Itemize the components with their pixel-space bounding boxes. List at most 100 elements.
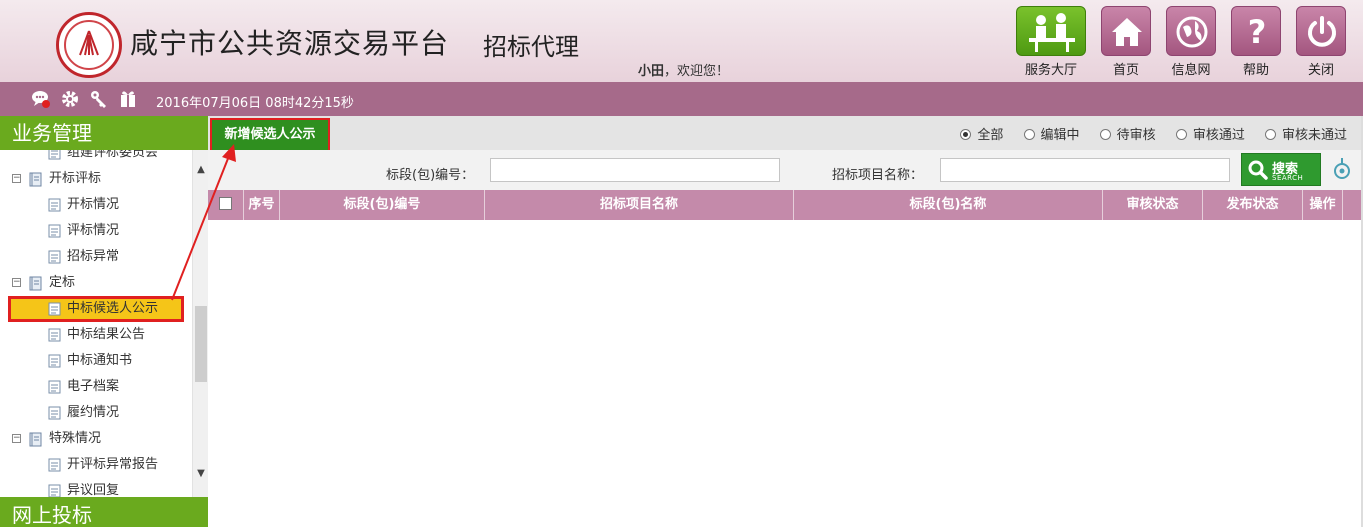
tree-group-label: 定标 bbox=[49, 275, 76, 290]
home-button[interactable]: 首页 bbox=[1101, 6, 1151, 78]
folder-book-icon bbox=[29, 172, 42, 187]
sidebar-footer-title[interactable]: 网上投标 bbox=[0, 497, 208, 527]
close-button[interactable]: 关闭 bbox=[1296, 6, 1346, 78]
scroll-up-icon[interactable]: ▲ bbox=[196, 164, 206, 175]
key-icon[interactable] bbox=[89, 89, 109, 109]
svg-text:?: ? bbox=[1248, 13, 1267, 51]
document-icon bbox=[48, 484, 61, 497]
info-site-button[interactable]: 信息网 bbox=[1166, 6, 1216, 78]
filter-label: 审核通过 bbox=[1192, 128, 1245, 143]
service-hall-button[interactable]: 服务大厅 bbox=[1016, 6, 1086, 78]
filter-label: 编辑中 bbox=[1040, 128, 1080, 143]
search-button[interactable]: 搜索 SEARCH bbox=[1241, 153, 1321, 186]
location-pin-icon[interactable] bbox=[1332, 158, 1352, 180]
tree-item-label: 评标情况 bbox=[67, 223, 120, 238]
filter-rejected[interactable]: 审核未通过 bbox=[1264, 124, 1347, 143]
tree-group-label: 特殊情况 bbox=[49, 431, 102, 446]
scroll-down-icon[interactable]: ▼ bbox=[196, 468, 206, 479]
tree-group-special[interactable]: − 特殊情况 bbox=[0, 426, 192, 452]
section-no-label: 标段(包)编号： bbox=[386, 168, 475, 183]
folder-book-icon bbox=[29, 432, 42, 447]
filter-label: 审核未通过 bbox=[1281, 128, 1347, 143]
tree-item-label: 中标通知书 bbox=[67, 353, 133, 368]
document-icon bbox=[48, 224, 61, 238]
results-table-header: 序号 标段(包)编号 招标项目名称 标段(包)名称 审核状态 发布状态 操作 bbox=[208, 190, 1361, 220]
tree-group-bid-opening[interactable]: − 开标评标 bbox=[0, 166, 192, 192]
filter-label: 全部 bbox=[977, 128, 1004, 143]
tree-item-opening-status[interactable]: 开标情况 bbox=[0, 192, 192, 218]
filter-pending-review[interactable]: 待审核 bbox=[1099, 124, 1156, 143]
search-button-sublabel: SEARCH bbox=[1272, 174, 1304, 182]
header: 咸宁市公共资源交易平台 招标代理 小田，欢迎您！ 服务大厅 首页 信息网 ? 帮… bbox=[0, 0, 1363, 82]
home-icon bbox=[1112, 18, 1142, 46]
tree-item-build-committee[interactable]: 组建评标委员会 bbox=[0, 150, 192, 166]
gear-icon[interactable] bbox=[60, 89, 80, 109]
column-header: 标段(包)编号 bbox=[280, 190, 485, 220]
tree-item-label: 组建评标委员会 bbox=[67, 150, 159, 160]
select-all-checkbox[interactable] bbox=[219, 197, 232, 210]
column-header: 招标项目名称 bbox=[485, 190, 794, 220]
globe-icon bbox=[1176, 16, 1208, 48]
radio-icon[interactable] bbox=[1264, 129, 1276, 140]
tree-item-label: 招标异常 bbox=[67, 249, 120, 264]
radio-icon[interactable] bbox=[1023, 129, 1035, 140]
tree-item-opening-exception-report[interactable]: 开评标异常报告 bbox=[0, 452, 192, 478]
welcome-suffix: ，欢迎您！ bbox=[664, 64, 730, 79]
search-icon bbox=[1248, 160, 1268, 180]
tree-item-performance[interactable]: 履约情况 bbox=[0, 400, 192, 426]
help-label: 帮助 bbox=[1242, 63, 1269, 78]
info-site-label: 信息网 bbox=[1171, 63, 1211, 78]
tree-item-award-result[interactable]: 中标结果公告 bbox=[0, 322, 192, 348]
document-icon bbox=[48, 302, 61, 316]
gift-icon[interactable] bbox=[118, 89, 138, 109]
project-name-label: 招标项目名称： bbox=[832, 168, 924, 183]
filter-label: 待审核 bbox=[1116, 128, 1156, 143]
tree-item-award-notice[interactable]: 中标通知书 bbox=[0, 348, 192, 374]
document-icon bbox=[48, 406, 61, 420]
help-button[interactable]: ? 帮助 bbox=[1231, 6, 1281, 78]
tree-item-e-archive[interactable]: 电子档案 bbox=[0, 374, 192, 400]
results-table-body bbox=[208, 220, 1361, 527]
tree-item-candidate-notice[interactable]: 中标候选人公示 bbox=[8, 296, 184, 322]
sidebar-scrollbar[interactable]: ▲ ▼ bbox=[192, 150, 208, 497]
column-header: 发布状态 bbox=[1203, 190, 1303, 220]
column-header: 标段(包)名称 bbox=[794, 190, 1103, 220]
document-icon bbox=[48, 458, 61, 472]
document-icon bbox=[48, 250, 61, 264]
filter-approved[interactable]: 审核通过 bbox=[1175, 124, 1245, 143]
welcome-text: 小田，欢迎您！ bbox=[638, 60, 729, 79]
tree-item-label: 开评标异常报告 bbox=[67, 457, 159, 472]
radio-icon[interactable] bbox=[1175, 129, 1187, 140]
sidebar-section-title[interactable]: 业务管理 bbox=[0, 116, 208, 150]
tree-item-label: 异议回复 bbox=[67, 483, 120, 497]
tree-group-label: 开标评标 bbox=[49, 171, 102, 186]
filter-all[interactable]: 全部 bbox=[960, 124, 1003, 143]
scrollbar-thumb[interactable] bbox=[195, 306, 207, 382]
select-all-cell[interactable] bbox=[208, 190, 244, 220]
project-name-input[interactable] bbox=[940, 158, 1230, 182]
power-icon bbox=[1308, 16, 1336, 47]
tree-item-evaluation-status[interactable]: 评标情况 bbox=[0, 218, 192, 244]
collapse-toggle-icon[interactable]: − bbox=[12, 434, 21, 443]
tree-item-tender-exception[interactable]: 招标异常 bbox=[0, 244, 192, 270]
help-icon: ? bbox=[1248, 13, 1267, 51]
collapse-toggle-icon[interactable]: − bbox=[12, 278, 21, 287]
message-icon[interactable] bbox=[31, 89, 51, 109]
service-hall-label: 服务大厅 bbox=[1024, 63, 1077, 78]
document-icon bbox=[48, 198, 61, 212]
status-filter-group: 全部 编辑中 待审核 审核通过 审核未通过 bbox=[944, 124, 1347, 143]
tree-item-label: 电子档案 bbox=[67, 379, 120, 394]
filter-editing[interactable]: 编辑中 bbox=[1023, 124, 1080, 143]
service-hall-icon bbox=[1029, 13, 1075, 52]
column-header: 操作 bbox=[1303, 190, 1343, 220]
tree-group-award[interactable]: − 定标 bbox=[0, 270, 192, 296]
radio-icon[interactable] bbox=[1099, 129, 1111, 140]
tree-item-objection-reply[interactable]: 异议回复 bbox=[0, 478, 192, 497]
document-icon bbox=[48, 328, 61, 342]
section-no-input[interactable] bbox=[490, 158, 780, 182]
radio-icon[interactable] bbox=[960, 129, 972, 140]
tree-item-label: 履约情况 bbox=[67, 405, 120, 420]
collapse-toggle-icon[interactable]: − bbox=[12, 174, 21, 183]
add-candidate-notice-button[interactable]: 新增候选人公示 bbox=[210, 118, 330, 152]
top-toolbar: 2016年07月06日 08时42分15秒 bbox=[0, 82, 1363, 116]
